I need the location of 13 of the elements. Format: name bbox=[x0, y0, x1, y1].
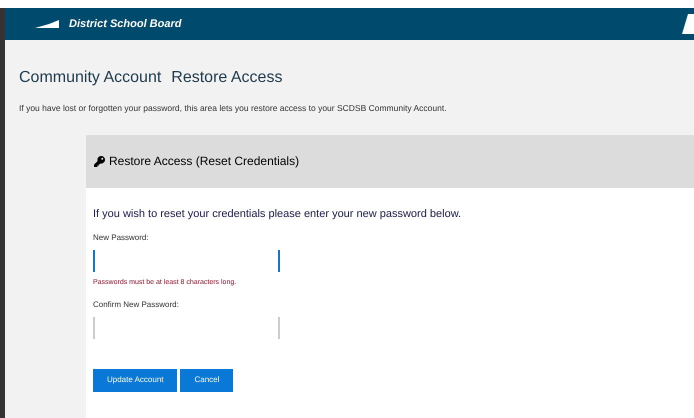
card-title: Restore Access (Reset Credentials) bbox=[109, 153, 300, 170]
brand-name: District School Board bbox=[69, 16, 182, 32]
cancel-button[interactable]: Cancel bbox=[180, 368, 234, 392]
page-title: Community Account bbox=[19, 68, 162, 88]
field-label: Confirm New Password: bbox=[93, 298, 180, 311]
field-label: New Password: bbox=[93, 232, 150, 244]
key-icon bbox=[94, 156, 105, 167]
instruction-text: If you wish to reset your credentials please enter your new password below. bbox=[93, 206, 462, 222]
logo-icon bbox=[680, 14, 694, 34]
update-button[interactable]: Update Account bbox=[93, 368, 178, 392]
page-subtitle: Restore Access bbox=[171, 68, 282, 88]
intro-text: If you have lost or forgotten your password, this area lets you restore access to your SCDSB Community Account. bbox=[18, 102, 448, 115]
logo-icon bbox=[35, 20, 59, 28]
